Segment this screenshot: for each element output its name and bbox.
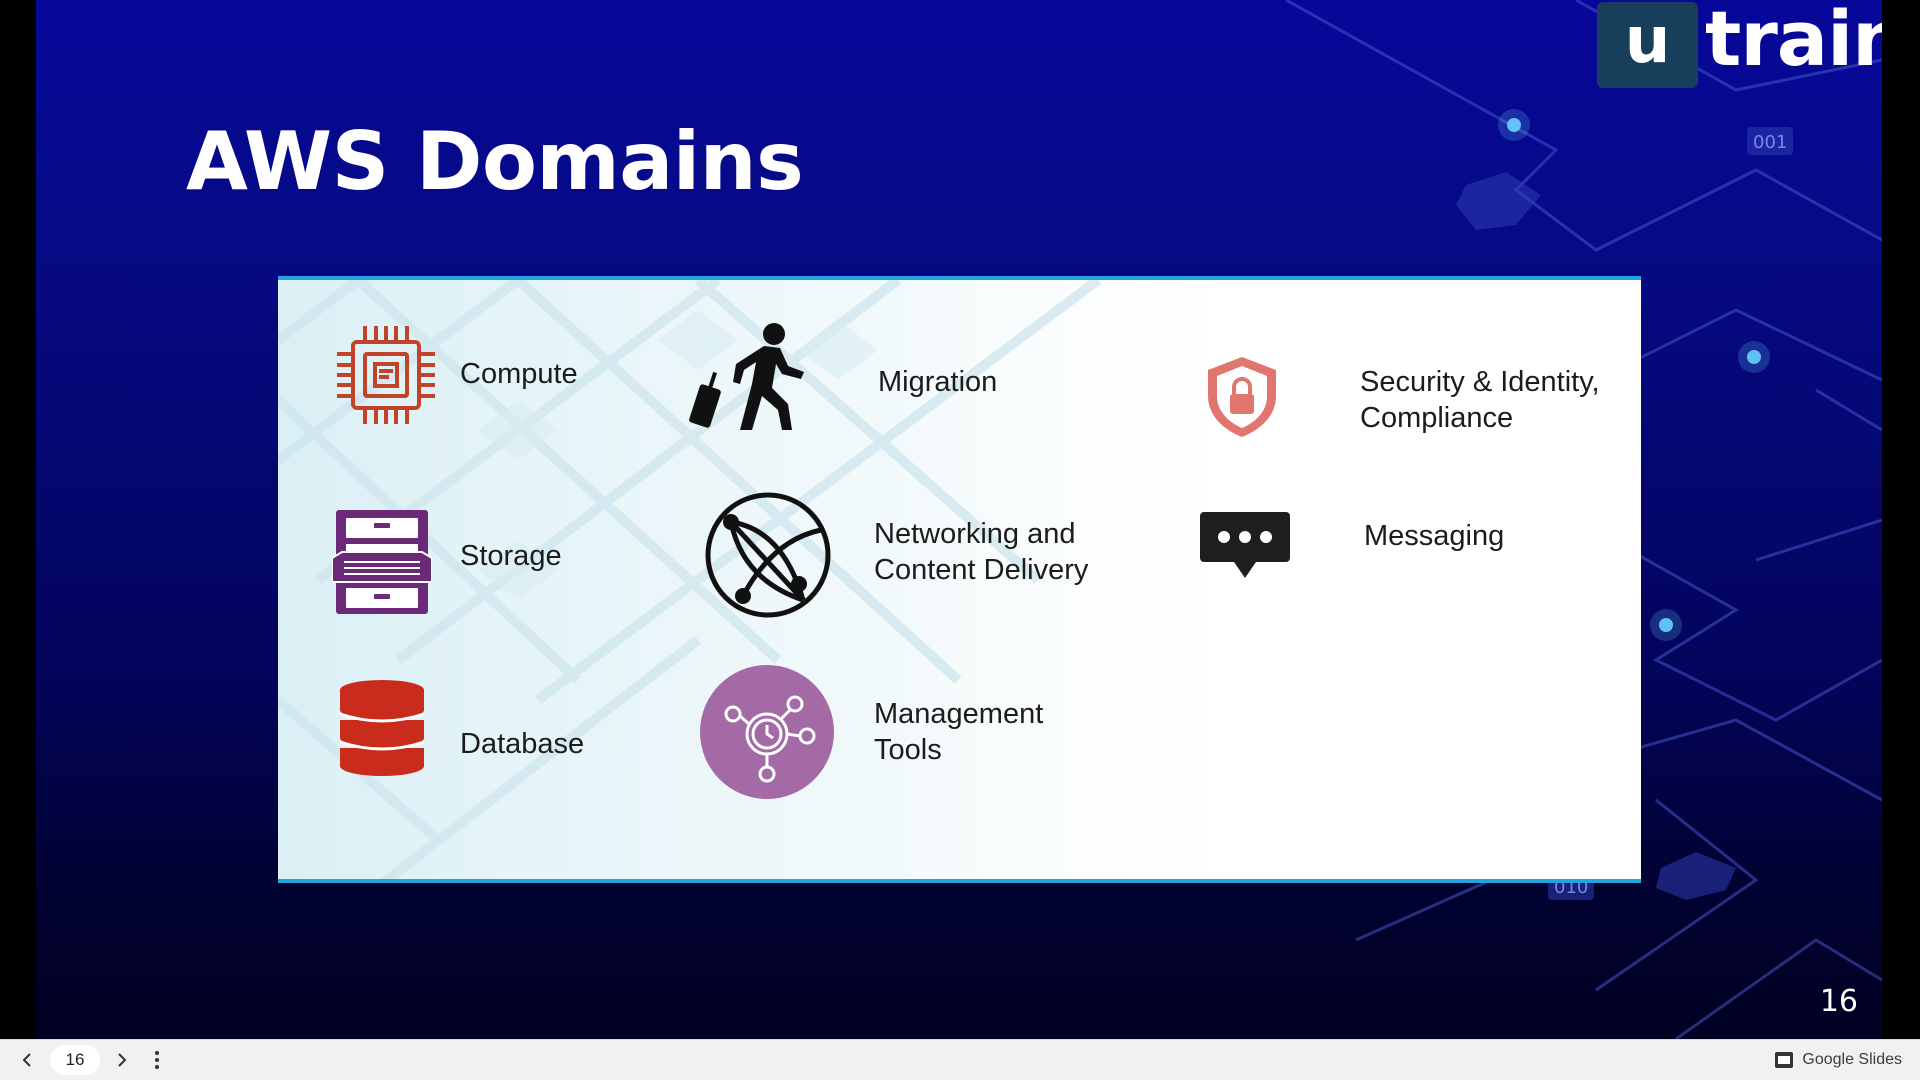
cpu-chip-icon	[337, 326, 435, 424]
chevron-left-icon	[22, 1053, 31, 1067]
database-icon	[339, 680, 425, 776]
next-slide-button[interactable]	[107, 1046, 135, 1074]
traveler-icon	[689, 323, 804, 430]
management-hub-icon	[700, 665, 834, 799]
chat-bubble-icon	[1200, 512, 1290, 578]
more-vert-icon	[155, 1051, 159, 1069]
logo-mark: u	[1597, 2, 1698, 88]
domain-label-messaging: Messaging	[1364, 520, 1505, 552]
presentation-viewer: 001 010 u train AWS Domains Compute Stor…	[0, 0, 1920, 1080]
slide: 001 010 u train AWS Domains Compute Stor…	[36, 0, 1882, 1039]
globe-network-icon	[705, 492, 831, 618]
domain-label-database: Database	[460, 728, 585, 760]
google-slides-brand-link[interactable]: Google Slides	[1774, 1040, 1902, 1080]
domain-label-compute: Compute	[460, 358, 578, 390]
page-number-input[interactable]: 16	[50, 1045, 100, 1075]
slides-logo-icon	[1775, 1052, 1794, 1068]
more-options-button[interactable]	[143, 1046, 171, 1074]
chevron-right-icon	[118, 1053, 127, 1067]
domain-label-storage: Storage	[460, 540, 562, 572]
utrain-logo: u train	[1597, 0, 1882, 90]
bg-tag-text: 001	[1753, 132, 1787, 153]
google-slides-label: Google Slides	[1802, 1051, 1902, 1068]
domains-panel: Compute Storage Database Migration Netwo…	[278, 276, 1641, 883]
domain-label-security: Security & Identity, Compliance	[1360, 366, 1600, 434]
domain-label-networking: Networking and Content Delivery	[874, 518, 1089, 586]
slide-title: AWS Domains	[186, 115, 804, 208]
file-cabinet-icon	[332, 510, 432, 614]
logo-wordmark: train	[1705, 0, 1882, 83]
previous-slide-button[interactable]	[14, 1046, 42, 1074]
shield-lock-icon	[1208, 357, 1276, 437]
player-toolbar: 16 Google Slides	[0, 1039, 1920, 1080]
domain-label-management: Management Tools	[874, 698, 1044, 766]
domain-label-migration: Migration	[878, 366, 998, 398]
slide-page-number: 16	[1819, 984, 1858, 1019]
